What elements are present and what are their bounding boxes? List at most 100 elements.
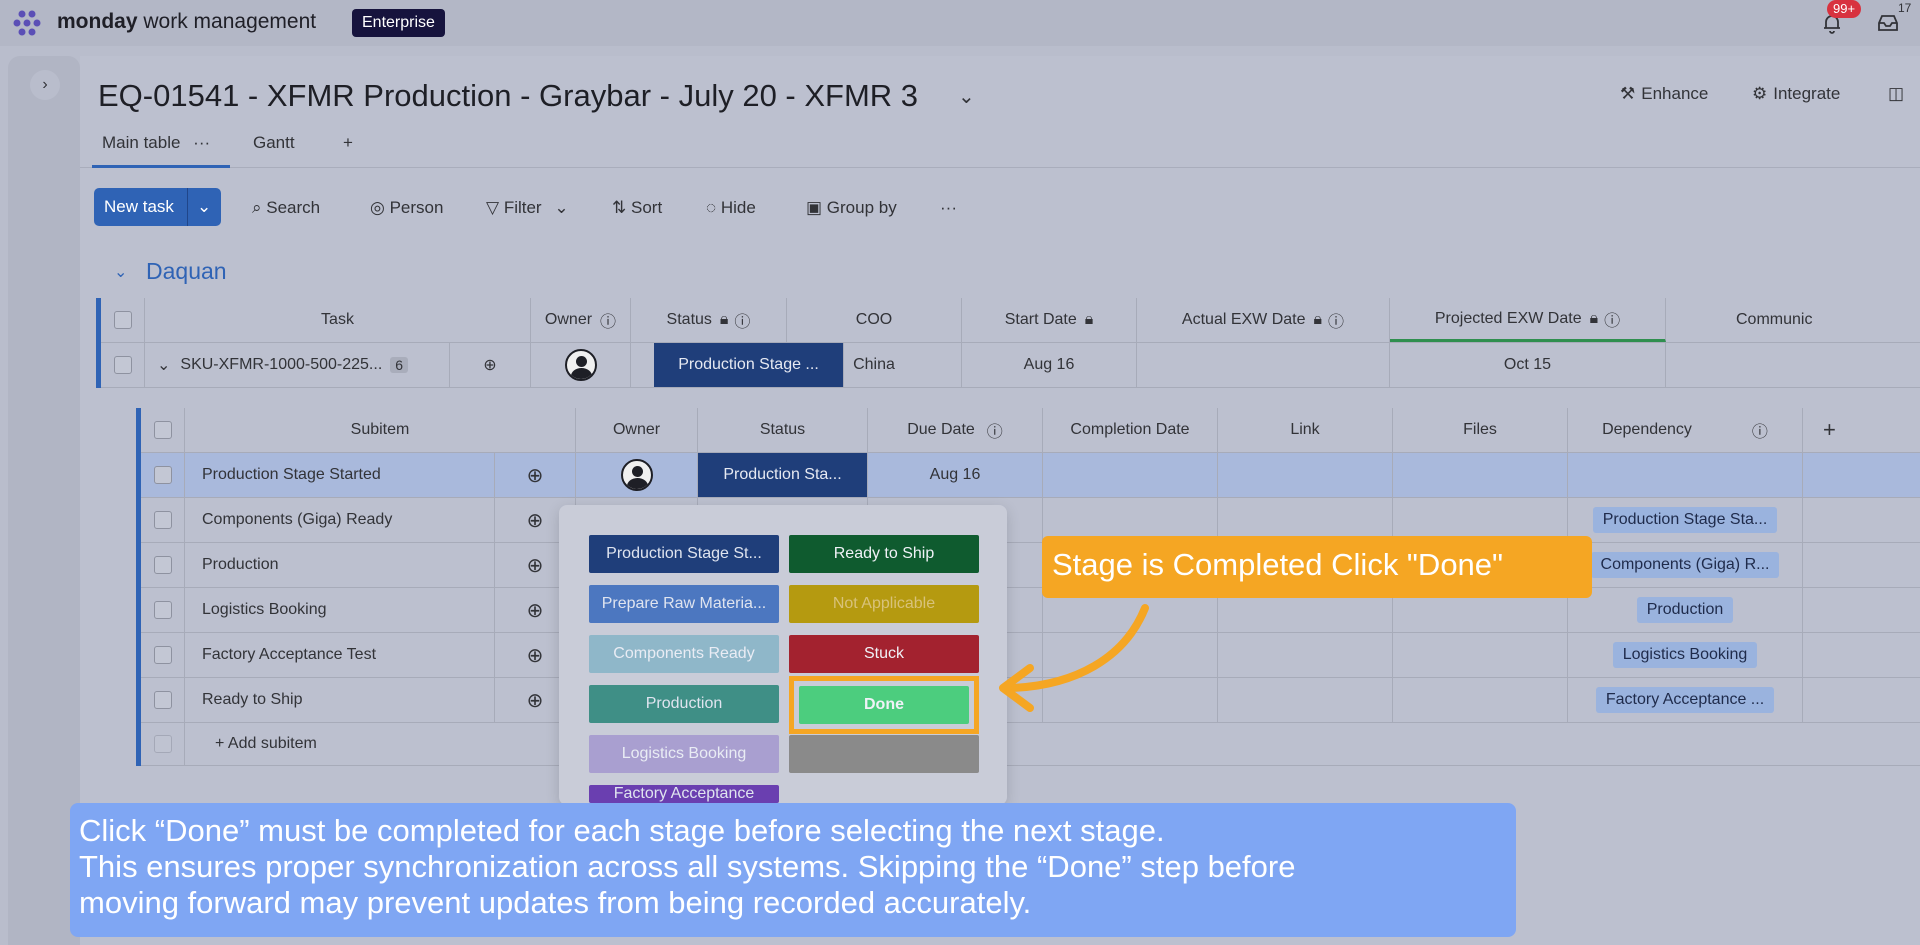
dependency-cell[interactable]: Logistics Booking: [1568, 633, 1803, 677]
avatar[interactable]: [564, 349, 597, 381]
status-option[interactable]: Components Ready: [589, 635, 779, 673]
subitem-name-cell[interactable]: Ready to Ship: [185, 678, 495, 722]
dependency-chip[interactable]: Factory Acceptance ...: [1595, 687, 1775, 713]
sort-button[interactable]: ⇅ Sort: [612, 198, 662, 218]
column-header-link[interactable]: Link: [1218, 408, 1393, 452]
add-update-icon[interactable]: ⊕: [495, 453, 576, 497]
column-header-due-date[interactable]: Due Date ⓘ: [868, 408, 1043, 452]
row-checkbox[interactable]: [153, 556, 172, 574]
subitem-name-cell[interactable]: Factory Acceptance Test: [185, 633, 495, 677]
column-header-status[interactable]: Status 🔒︎ ⓘ: [631, 298, 787, 342]
row-checkbox[interactable]: [153, 511, 172, 529]
more-options-icon[interactable]: ···: [940, 198, 957, 218]
add-view-button[interactable]: +: [343, 133, 353, 153]
person-button[interactable]: ◎ Person: [370, 198, 443, 218]
chevron-down-icon[interactable]: ⌄: [197, 188, 211, 226]
actual-exw-cell[interactable]: [1137, 343, 1390, 387]
dependency-cell[interactable]: Components (Giga) R...: [1568, 543, 1803, 587]
status-option[interactable]: Prepare Raw Materia...: [589, 585, 779, 623]
column-header-completion-date[interactable]: Completion Date: [1043, 408, 1218, 452]
column-header-subitem[interactable]: Subitem: [185, 408, 576, 452]
group-title[interactable]: Daquan: [146, 258, 227, 285]
dependency-cell[interactable]: [1568, 453, 1803, 497]
column-header-status[interactable]: Status: [698, 408, 868, 452]
chevron-down-icon[interactable]: ⌄: [958, 84, 975, 109]
status-option[interactable]: [789, 735, 979, 773]
select-all-checkbox[interactable]: [153, 421, 172, 439]
status-option[interactable]: Not Applicable: [789, 585, 979, 623]
dependency-chip[interactable]: Production: [1636, 597, 1734, 623]
dependency-cell[interactable]: Production Stage Sta...: [1568, 498, 1803, 542]
dependency-cell[interactable]: Production: [1568, 588, 1803, 632]
info-icon[interactable]: ⓘ: [987, 418, 1003, 442]
add-column-button[interactable]: +: [1803, 408, 1920, 452]
column-header-dependency[interactable]: Dependency ⓘ: [1568, 408, 1803, 452]
board-title[interactable]: EQ-01541 - XFMR Production - Graybar - J…: [98, 78, 918, 114]
inbox-icon[interactable]: [1876, 12, 1900, 34]
files-cell[interactable]: [1393, 453, 1568, 497]
tab-main-table[interactable]: Main table ···: [102, 133, 210, 153]
robot-icon[interactable]: ◫: [1888, 84, 1904, 104]
info-icon[interactable]: ⓘ: [1328, 308, 1344, 332]
status-cell[interactable]: Production Sta...: [698, 453, 868, 497]
row-checkbox[interactable]: [153, 691, 172, 709]
info-icon[interactable]: ⓘ: [734, 308, 750, 332]
chevron-down-icon[interactable]: ⌄: [554, 198, 568, 217]
dependency-cell[interactable]: Factory Acceptance ...: [1568, 678, 1803, 722]
search-button[interactable]: ⌕ Search: [252, 198, 320, 218]
files-cell[interactable]: [1393, 678, 1568, 722]
group-by-button[interactable]: ▣ Group by: [806, 198, 897, 218]
tab-more-icon[interactable]: ···: [193, 133, 210, 152]
subitem-count-badge[interactable]: 6: [390, 357, 409, 373]
column-header-owner[interactable]: Owner: [576, 408, 698, 452]
status-option[interactable]: Stuck: [789, 635, 979, 673]
dependency-chip[interactable]: Components (Giga) R...: [1590, 552, 1780, 578]
subitem-name-cell[interactable]: Logistics Booking: [185, 588, 495, 632]
info-icon[interactable]: ⓘ: [1604, 307, 1620, 331]
dependency-chip[interactable]: Logistics Booking: [1612, 642, 1758, 668]
column-header-coo[interactable]: COO: [787, 298, 962, 342]
owner-cell[interactable]: [531, 343, 631, 387]
info-icon[interactable]: ⓘ: [1752, 418, 1768, 442]
chevron-down-icon[interactable]: ⌄: [114, 262, 127, 282]
column-header-owner[interactable]: Owner ⓘ: [531, 298, 631, 342]
filter-button[interactable]: ▽ Filter ⌄: [486, 198, 569, 218]
owner-cell[interactable]: [576, 453, 698, 497]
files-cell[interactable]: [1393, 633, 1568, 677]
new-task-button[interactable]: New task ⌄: [94, 188, 221, 226]
enhance-button[interactable]: ⚒ Enhance: [1620, 84, 1708, 104]
integrate-button[interactable]: ⚙ Integrate: [1752, 84, 1840, 104]
status-option[interactable]: Production: [589, 685, 779, 723]
status-option[interactable]: Logistics Booking: [589, 735, 779, 773]
column-header-files[interactable]: Files: [1393, 408, 1568, 452]
hide-button[interactable]: ◌ Hide: [706, 198, 756, 218]
communication-cell[interactable]: [1666, 343, 1920, 387]
row-checkbox[interactable]: [153, 646, 172, 664]
column-header-actual-exw[interactable]: Actual EXW Date 🔒︎ ⓘ: [1137, 298, 1390, 342]
coo-cell[interactable]: China: [787, 343, 962, 387]
tab-gantt[interactable]: Gantt: [253, 133, 295, 153]
column-header-task[interactable]: Task: [145, 298, 531, 342]
status-option[interactable]: Ready to Ship: [789, 535, 979, 573]
subitem-name-cell[interactable]: Production Stage Started: [185, 453, 495, 497]
column-header-projected-exw[interactable]: Projected EXW Date 🔒︎ ⓘ: [1390, 298, 1666, 342]
link-cell[interactable]: [1218, 678, 1393, 722]
projected-exw-cell[interactable]: Oct 15: [1390, 343, 1666, 387]
chevron-down-icon[interactable]: ⌄: [157, 355, 170, 375]
due-date-cell[interactable]: Aug 16: [868, 453, 1043, 497]
status-option[interactable]: Factory Acceptance: [589, 785, 779, 803]
dependency-chip[interactable]: Production Stage Sta...: [1592, 507, 1778, 533]
sidebar-expand-icon[interactable]: ›: [30, 70, 60, 100]
avatar[interactable]: [620, 459, 653, 491]
row-checkbox[interactable]: [153, 466, 172, 484]
brand-name[interactable]: monday work management: [57, 10, 316, 34]
start-date-cell[interactable]: Aug 16: [962, 343, 1137, 387]
link-cell[interactable]: [1218, 633, 1393, 677]
link-cell[interactable]: [1218, 453, 1393, 497]
add-subitem-button[interactable]: + Add subitem: [185, 723, 576, 765]
task-name-cell[interactable]: ⌄ SKU-XFMR-1000-500-225... 6: [145, 343, 450, 387]
add-update-icon[interactable]: ⊕: [450, 343, 531, 387]
subitem-name-cell[interactable]: Production: [185, 543, 495, 587]
completion-date-cell[interactable]: [1043, 453, 1218, 497]
select-all-checkbox[interactable]: [113, 311, 132, 329]
